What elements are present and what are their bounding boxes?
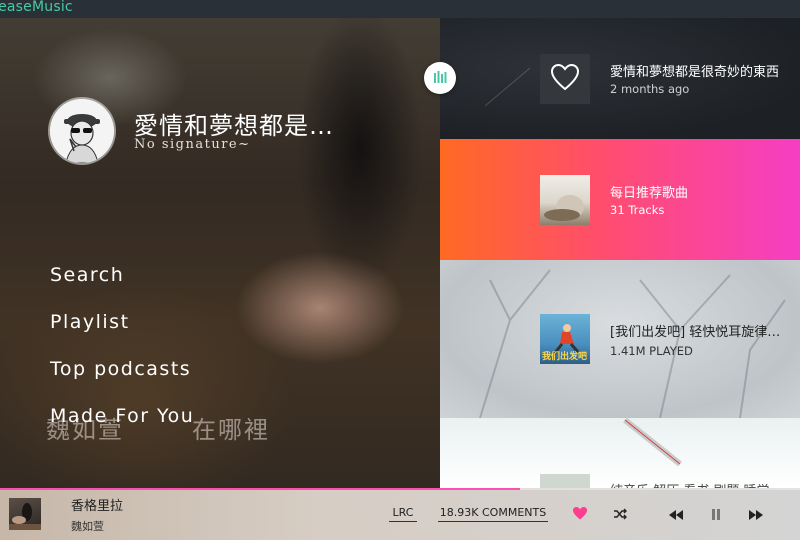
heart-icon [550,63,580,95]
pause-button[interactable] [704,502,728,526]
nav-item-made-for-you[interactable]: Made For You [50,405,194,452]
nav-item-playlist[interactable]: Playlist [50,311,194,358]
shooting-star-decoration [484,67,531,107]
shuffle-button[interactable] [608,502,632,526]
player-bar: 香格里拉 魏如萱 LRC 18.93K COMMENTS [0,488,800,540]
shuffle-icon [613,505,627,524]
playlist-card-daily[interactable]: 每日推荐歌曲 31 Tracks [440,139,800,260]
playlist-subtitle: 2 months ago [610,82,690,96]
playlist-card-lets-go[interactable]: 我们出发吧 [我们出发吧] 轻快悦耳旋律嗨翻全场 1.41M PLAYED [440,260,800,418]
playlist-card-pure-music[interactable]: 纯音乐 解压 看书 刷题 睡觉 [440,418,800,488]
avatar[interactable] [50,99,114,163]
progress-track[interactable] [0,488,800,490]
profile-signature: No signature~ [134,137,251,152]
playlist-thumbnail [540,474,590,488]
playlist-thumbnail: 我们出发吧 [540,314,590,364]
now-playing-artist[interactable]: 魏如萱 [71,518,104,534]
now-playing-song[interactable]: 香格里拉 [71,495,123,514]
comments-button[interactable]: 18.93K COMMENTS [438,505,548,522]
playlist-title: 纯音乐 解压 看书 刷题 睡觉 [610,480,792,488]
progress-fill [0,488,520,490]
nav-item-top-podcasts[interactable]: Top podcasts [50,358,194,405]
playlist-thumbnail [540,54,590,104]
heart-icon [572,505,588,524]
now-playing-cover[interactable] [9,498,41,530]
playlist-list: 愛情和夢想都是很奇妙的東西 2 months ago 每日推荐歌曲 31 Tra… [440,18,800,488]
rewind-icon [669,505,683,524]
playlist-card-liked[interactable]: 愛情和夢想都是很奇妙的東西 2 months ago [440,18,800,139]
playlist-subtitle: 31 Tracks [610,203,665,217]
playlist-thumbnail-caption: 我们出发吧 [542,352,588,362]
fast-forward-icon [749,505,763,524]
profile-username[interactable]: 愛情和夢想都是… [134,106,334,141]
playlist-thumbnail [540,175,590,225]
equalizer-icon [433,69,447,88]
main-nav: Search Playlist Top podcasts Made For Yo… [50,264,194,452]
home-panel: 愛情和夢想都是… No signature~ 魏如萱 在哪裡 Search Pl… [0,18,440,488]
previous-button[interactable] [664,502,688,526]
app-title: ieaseMusic [0,0,73,15]
lyrics-button[interactable]: LRC [389,505,417,522]
title-bar: ieaseMusic [0,0,800,18]
playlist-subtitle: 1.41M PLAYED [610,344,693,358]
now-playing-button[interactable] [424,62,456,94]
playlist-title: 每日推荐歌曲 [610,186,689,201]
playlist-title: [我们出发吧] 轻快悦耳旋律嗨翻全场 [610,325,792,340]
like-button[interactable] [568,502,592,526]
playlist-title: 愛情和夢想都是很奇妙的東西 [610,65,780,80]
background-watermark-right: 在哪裡 [192,416,270,444]
pause-icon [711,505,721,524]
pencil-decoration [623,418,682,467]
nav-item-search[interactable]: Search [50,264,194,311]
next-button[interactable] [744,502,768,526]
